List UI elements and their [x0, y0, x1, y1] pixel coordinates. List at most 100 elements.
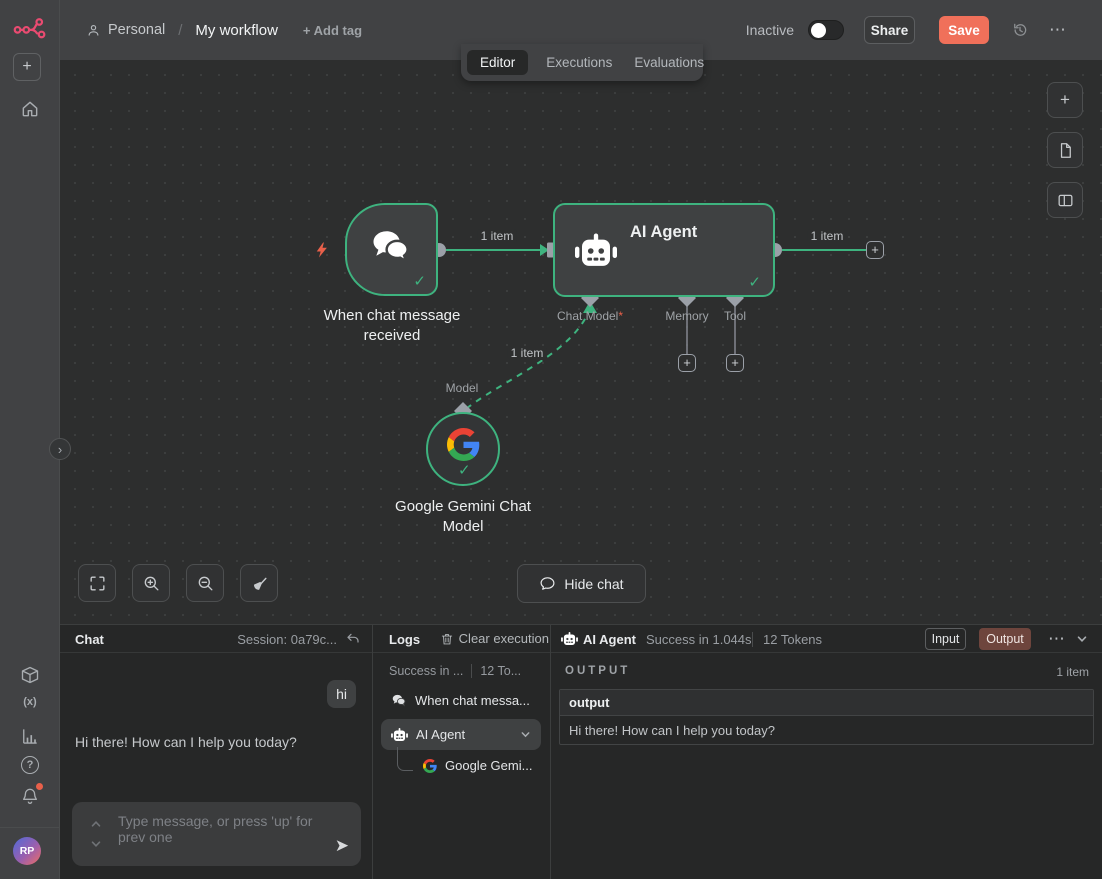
google-logo-icon [447, 428, 480, 461]
zoom-to-fit-button[interactable] [78, 564, 116, 602]
logs-row-label: Google Gemi... [445, 758, 532, 773]
help-icon: ? [21, 756, 39, 774]
left-sidebar: + (x) ? RP [0, 0, 60, 879]
sidebar-divider [0, 827, 60, 828]
tidy-up-icon [250, 574, 269, 593]
chat-panel: Chat Session: 0a79c... hi Hi there! How … [60, 625, 373, 879]
chat-message-user: hi [327, 680, 356, 708]
output-more-icon[interactable]: ⋯ [1048, 629, 1066, 649]
tidy-up-button[interactable] [240, 564, 278, 602]
edge-item-count: 1 item [508, 346, 547, 360]
chat-message-input[interactable] [118, 813, 326, 857]
output-node-title: AI Agent [583, 632, 636, 647]
node-label-chat-trigger: When chat message received [306, 306, 478, 346]
trash-icon [440, 632, 454, 646]
add-memory-button[interactable]: + [678, 354, 696, 372]
chat-bubble-icon [539, 575, 556, 592]
output-section-title: OUTPUT [565, 665, 630, 677]
sidebar-item-notifications[interactable] [0, 786, 60, 806]
add-sticky-note-button[interactable] [1047, 132, 1083, 168]
execute-bolt-icon [313, 241, 331, 259]
workflow-canvas[interactable]: ✓ When chat message received 1 item AI A… [60, 60, 1102, 624]
add-node-after-agent-button[interactable]: + [866, 241, 884, 259]
node-chat-trigger[interactable]: ✓ [345, 203, 438, 296]
output-items-count: 1 item [1056, 665, 1089, 679]
output-status: Success in 1.044s [646, 632, 752, 647]
success-check-icon: ✓ [458, 461, 471, 479]
port-label-chat-model: Chat Model* [557, 309, 623, 323]
logs-row-label: AI Agent [416, 727, 465, 742]
output-panel-header: AI Agent Success in 1.044s 12 Tokens Inp… [551, 625, 1102, 653]
sidebar-item-templates[interactable] [0, 665, 60, 685]
port-label-memory: Memory [665, 309, 708, 323]
logs-row-chat-trigger[interactable]: When chat messa... [391, 693, 530, 708]
clear-execution-label: Clear execution [459, 631, 549, 646]
chat-panel-header: Chat Session: 0a79c... [60, 625, 373, 653]
toggle-panel-button[interactable] [1047, 182, 1083, 218]
edge-item-count: 1 item [478, 229, 517, 243]
plus-icon: + [683, 355, 691, 370]
sidebar-item-insights[interactable] [0, 726, 60, 746]
sidebar-item-variables[interactable]: (x) [0, 696, 60, 708]
editor-tabbar: Editor Executions Evaluations [461, 44, 703, 81]
node-gemini-model[interactable]: ✓ [426, 412, 500, 486]
activation-toggle[interactable] [808, 20, 844, 40]
n8n-app-window: + (x) ? RP Personal / My workflow + Add … [0, 0, 1102, 879]
new-workflow-button[interactable]: + [13, 53, 41, 81]
reset-session-icon[interactable] [345, 631, 361, 647]
plus-icon: + [1060, 90, 1070, 110]
output-tab-button[interactable]: Output [979, 628, 1031, 650]
success-check-icon: ✓ [748, 273, 761, 291]
required-marker: * [618, 309, 623, 323]
chat-message-bot: Hi there! How can I help you today? [75, 734, 297, 750]
share-button[interactable]: Share [864, 16, 915, 44]
add-tool-button[interactable]: + [726, 354, 744, 372]
add-node-button[interactable]: + [1047, 82, 1083, 118]
sidebar-item-help[interactable]: ? [0, 756, 60, 774]
prev-message-chevron-up-icon[interactable] [90, 818, 102, 830]
success-check-icon: ✓ [413, 272, 426, 290]
chevron-down-icon [520, 729, 531, 740]
workflow-history-icon[interactable] [1011, 21, 1029, 39]
send-message-icon[interactable]: ➤ [335, 836, 349, 856]
chat-input-container: ➤ [72, 802, 361, 866]
edges-layer [60, 60, 1102, 624]
hide-chat-label: Hide chat [564, 576, 623, 592]
add-tag-button[interactable]: + Add tag [303, 23, 362, 38]
port-label-tool: Tool [724, 309, 746, 323]
zoom-out-button[interactable] [186, 564, 224, 602]
bell-icon [20, 786, 40, 806]
sidebar-collapse-button[interactable]: › [49, 438, 71, 460]
output-panel: AI Agent Success in 1.044s 12 Tokens Inp… [551, 625, 1102, 879]
tab-evaluations[interactable]: Evaluations [630, 50, 708, 75]
user-avatar[interactable]: RP [13, 837, 41, 865]
more-options-icon[interactable]: ⋯ [1049, 20, 1067, 40]
tab-editor[interactable]: Editor [467, 50, 528, 75]
input-tab-button[interactable]: Input [925, 628, 966, 650]
clear-execution-button[interactable]: Clear execution [440, 631, 549, 646]
logs-row-label: When chat messa... [415, 693, 530, 708]
n8n-logo-icon [0, 16, 60, 40]
chat-bubbles-icon [368, 226, 414, 268]
edge-item-count: 1 item [808, 229, 847, 243]
node-ai-agent[interactable]: AI Agent ✓ [553, 203, 775, 297]
logs-panel-header: Logs Clear execution [373, 625, 551, 653]
sidebar-item-home[interactable] [0, 99, 60, 119]
split-panel-icon [1056, 191, 1075, 210]
logs-row-ai-agent-selected[interactable]: AI Agent [381, 719, 541, 750]
tab-executions[interactable]: Executions [542, 50, 616, 75]
save-button[interactable]: Save [939, 16, 989, 44]
node-label-gemini: Google Gemini Chat Model [378, 497, 548, 537]
breadcrumb-separator: / [178, 22, 182, 39]
hide-chat-button[interactable]: Hide chat [517, 564, 646, 603]
person-icon [86, 23, 101, 38]
breadcrumb-project[interactable]: Personal [108, 22, 165, 38]
chat-bubbles-icon [391, 693, 407, 708]
collapse-panel-chevron-icon[interactable] [1076, 633, 1088, 645]
workflow-title[interactable]: My workflow [195, 22, 278, 39]
tree-connector [397, 747, 413, 771]
zoom-in-button[interactable] [132, 564, 170, 602]
google-logo-icon [423, 759, 437, 773]
logs-row-gemini[interactable]: Google Gemi... [423, 758, 532, 773]
next-message-chevron-down-icon[interactable] [90, 838, 102, 850]
